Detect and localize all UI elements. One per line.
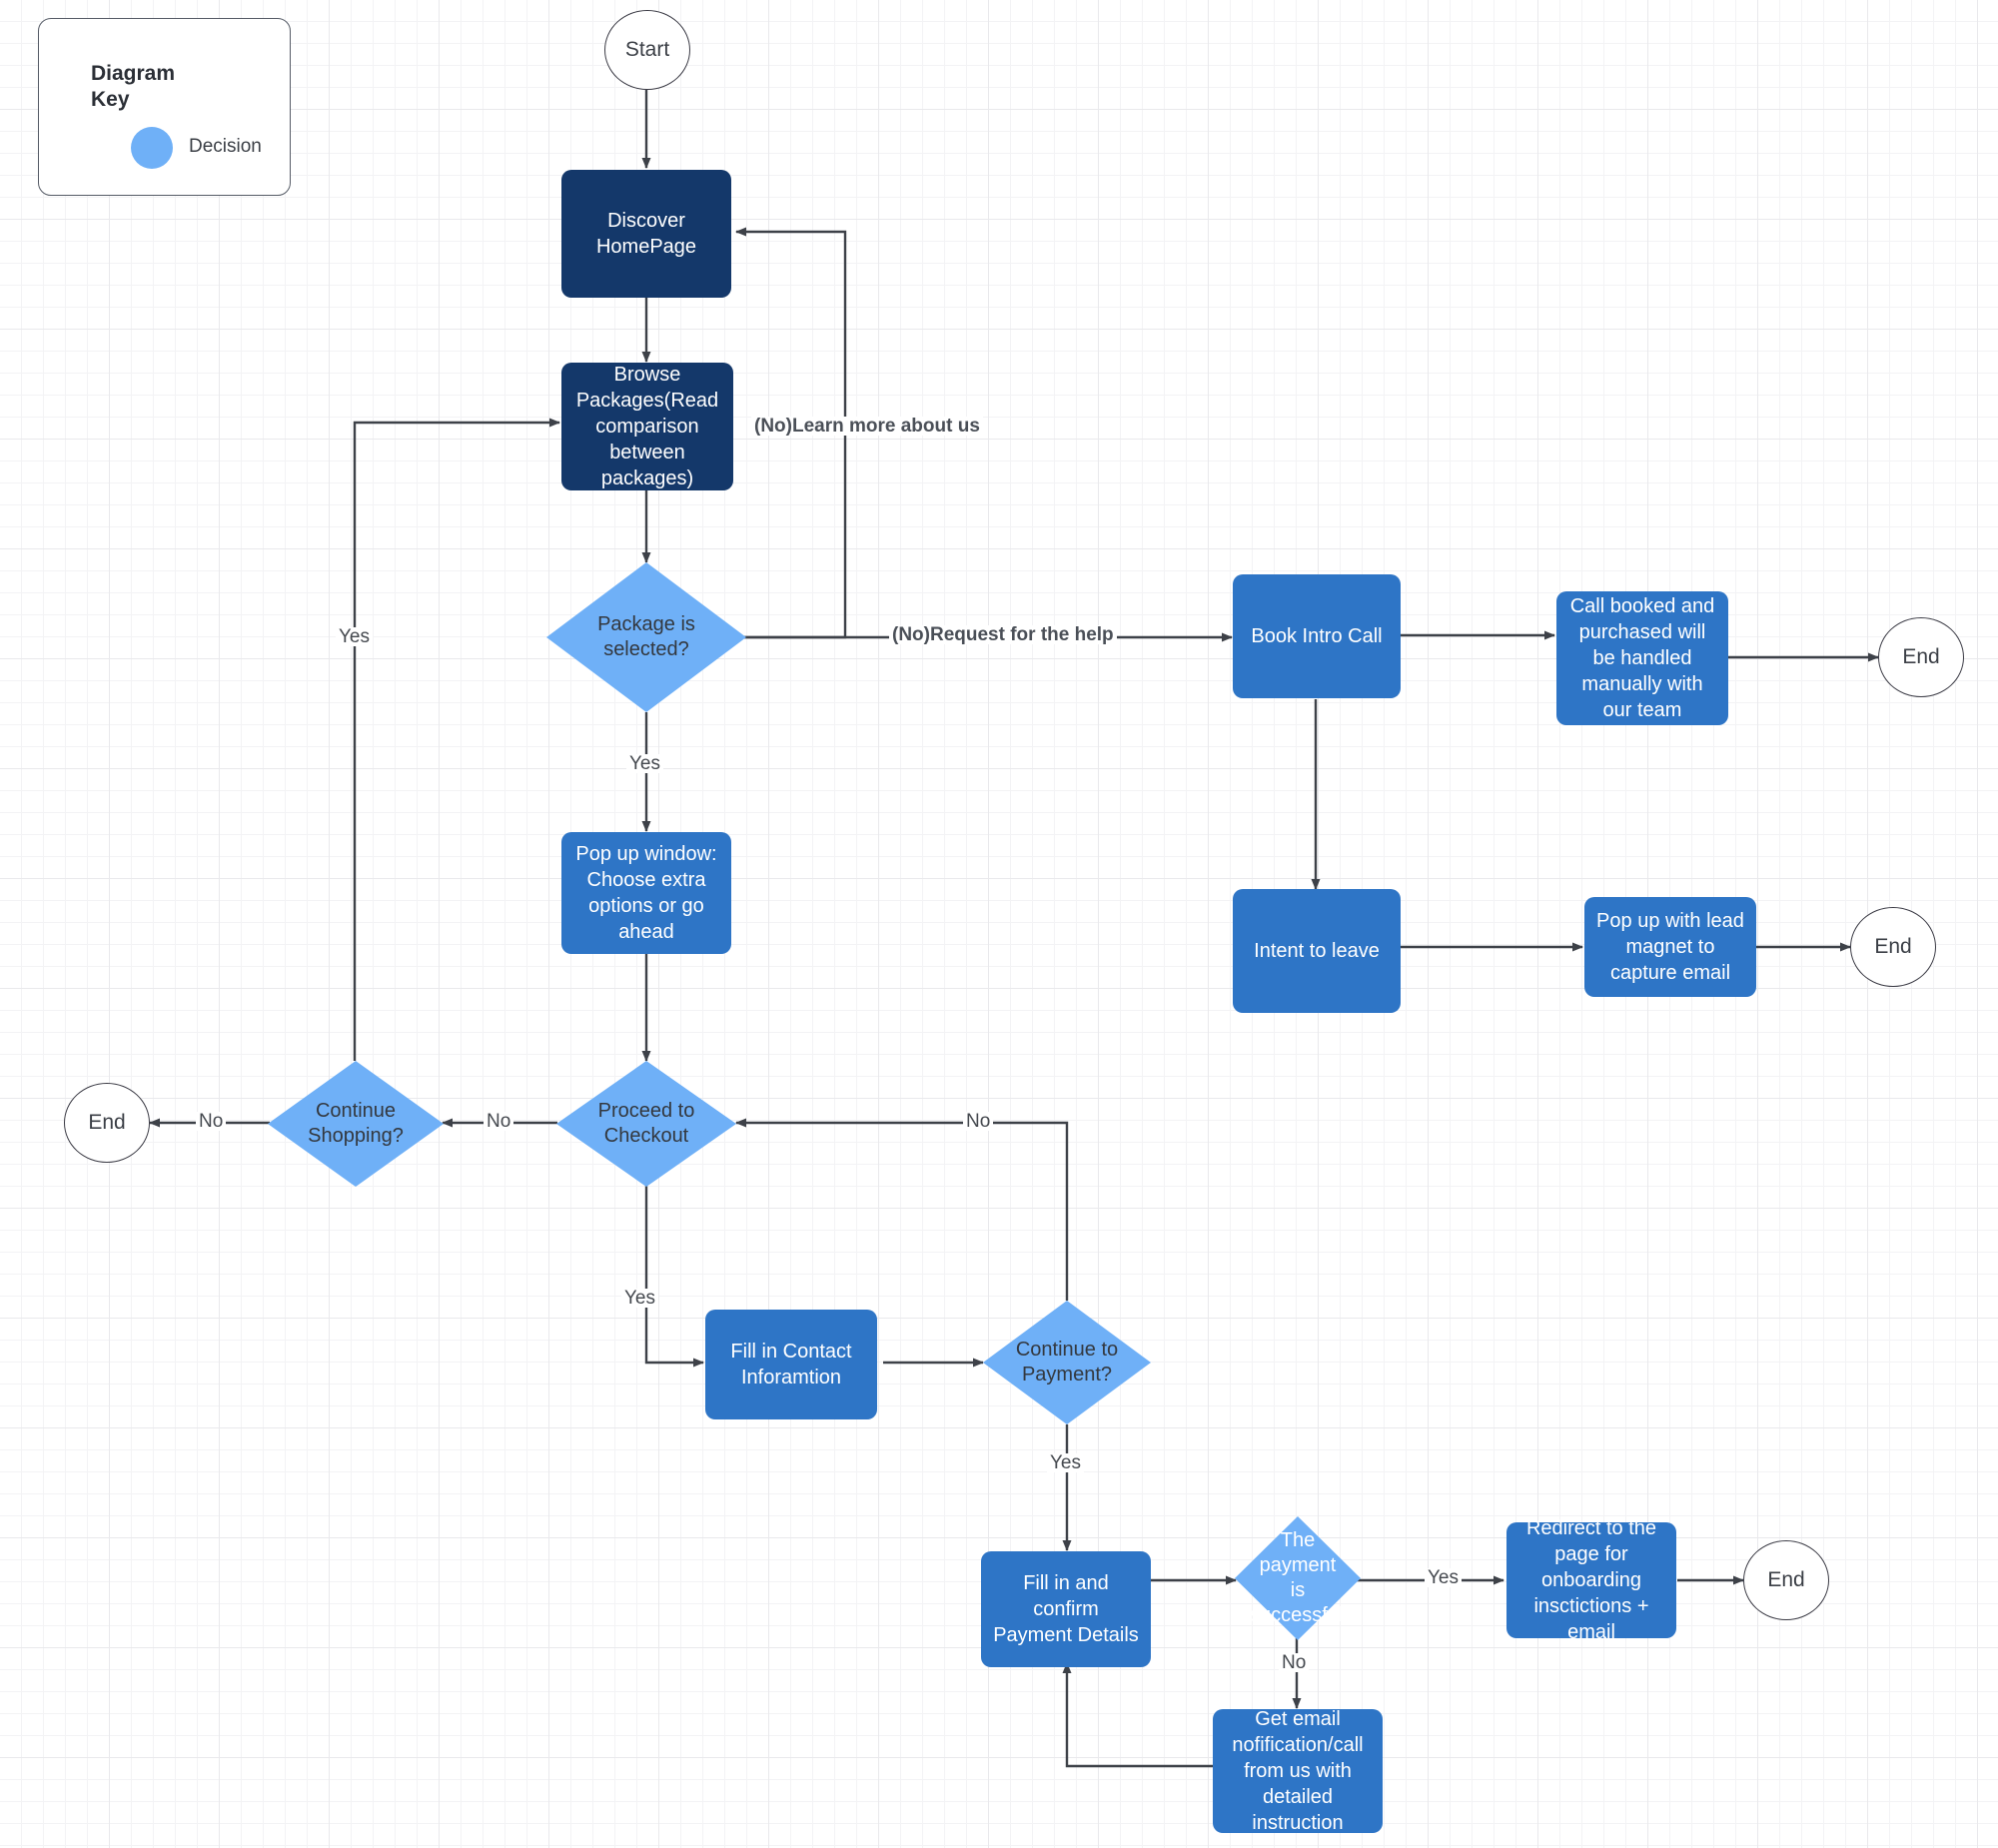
edge-label-checkout-no: No <box>484 1112 514 1131</box>
node-proceed-to-checkout-label: Proceed to Checkout <box>597 1100 695 1147</box>
node-redirect-onboarding-label: Redirect to the page for onboarding insc… <box>1525 1517 1657 1643</box>
node-end-2-label: End <box>1874 935 1912 958</box>
node-end-4-label: End <box>1767 1568 1805 1591</box>
node-popup-window-label: Pop up window: Choose extra options or g… <box>575 843 717 943</box>
node-end-3-label: End <box>88 1111 126 1134</box>
edge-label-shopping-no: No <box>196 1112 227 1131</box>
edge-shopping-yes-to-browse <box>353 418 560 1061</box>
edge-label-learn-more: (No)Learn more about us <box>751 417 983 436</box>
node-browse-packages-label: Browse Packages(Read comparison between … <box>575 364 719 489</box>
node-end-1[interactable]: End <box>1878 617 1964 697</box>
node-popup-window[interactable]: Pop up window: Choose extra options or g… <box>561 832 731 954</box>
node-proceed-to-checkout[interactable]: Proceed to Checkout <box>556 1061 736 1187</box>
node-redirect-onboarding[interactable]: Redirect to the page for onboarding insc… <box>1506 1517 1676 1643</box>
edge-payment-no-to-checkout <box>735 1118 1069 1301</box>
node-fill-contact-information[interactable]: Fill in Contact Inforamtion <box>705 1310 877 1419</box>
node-payment-successful[interactable]: The payment is successful? <box>1235 1516 1361 1640</box>
node-lead-magnet-popup[interactable]: Pop up with lead magnet to capture email <box>1584 897 1756 997</box>
node-lead-magnet-popup-label: Pop up with lead magnet to capture email <box>1596 910 1744 984</box>
node-intent-to-leave[interactable]: Intent to leave <box>1233 889 1401 1013</box>
node-fill-payment-details-label: Fill in and confirm Payment Details <box>993 1572 1139 1646</box>
node-discover-homepage[interactable]: Discover HomePage <box>561 170 731 298</box>
edge-label-package-yes: Yes <box>626 754 663 773</box>
edge-label-payment-yes: Yes <box>1047 1453 1084 1472</box>
edge-email-back-to-fillpayment <box>1062 1662 1215 1768</box>
edge-label-success-yes: Yes <box>1425 1568 1462 1587</box>
node-get-email-notification-label: Get email nofification/call from us with… <box>1232 1708 1364 1834</box>
node-start[interactable]: Start <box>604 10 690 90</box>
node-book-intro-call[interactable]: Book Intro Call <box>1233 574 1401 698</box>
node-discover-homepage-label: Discover HomePage <box>595 210 697 258</box>
node-get-email-notification[interactable]: Get email nofification/call from us with… <box>1213 1708 1383 1834</box>
node-continue-to-payment[interactable]: Continue to Payment? <box>983 1301 1151 1424</box>
edge-label-request-help: (No)Request for the help <box>889 625 1117 644</box>
node-continue-shopping-label: Continue Shopping? <box>308 1100 404 1147</box>
node-continue-to-payment-label: Continue to Payment? <box>1015 1339 1119 1386</box>
diagram-key-legend: Diagram Key Decision <box>38 18 291 196</box>
decision-swatch-icon <box>131 127 173 169</box>
node-continue-shopping[interactable]: Continue Shopping? <box>268 1061 444 1187</box>
node-browse-packages[interactable]: Browse Packages(Read comparison between … <box>561 363 733 490</box>
node-fill-contact-information-label: Fill in Contact Inforamtion <box>730 1341 852 1388</box>
node-end-3[interactable]: End <box>64 1083 150 1163</box>
node-intent-to-leave-label: Intent to leave <box>1254 940 1380 962</box>
node-payment-successful-label: The payment is successful? <box>1250 1529 1355 1626</box>
node-end-4[interactable]: End <box>1743 1540 1829 1620</box>
flowchart-canvas: Diagram Key Decision Start End End End E… <box>0 0 1998 1848</box>
node-start-label: Start <box>624 38 670 61</box>
node-package-selected-label: Package is selected? <box>597 613 695 660</box>
node-end-2[interactable]: End <box>1850 907 1936 987</box>
node-call-booked[interactable]: Call booked and purchased will be handle… <box>1556 591 1728 725</box>
node-book-intro-call-label: Book Intro Call <box>1251 625 1383 647</box>
node-call-booked-label: Call booked and purchased will be handle… <box>1569 595 1715 721</box>
legend-title: Diagram Key <box>91 62 176 111</box>
node-fill-payment-details[interactable]: Fill in and confirm Payment Details <box>981 1551 1151 1667</box>
edge-label-shopping-yes: Yes <box>336 627 373 646</box>
edge-checkout-yes-to-contact <box>644 1185 704 1368</box>
edge-label-checkout-yes: Yes <box>621 1289 658 1308</box>
legend-item-label: Decision <box>189 136 262 157</box>
edge-label-success-no: No <box>1279 1653 1310 1672</box>
node-package-selected[interactable]: Package is selected? <box>546 562 746 712</box>
node-end-1-label: End <box>1902 645 1940 668</box>
edge-label-payment-back-no: No <box>963 1112 994 1131</box>
